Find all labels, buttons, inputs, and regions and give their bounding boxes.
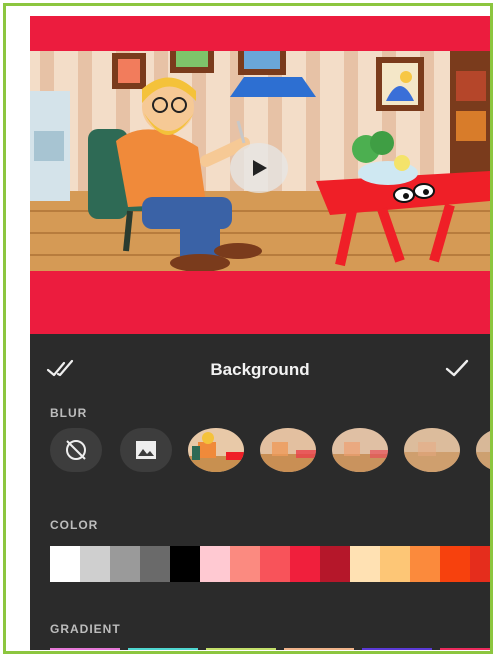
color-swatch[interactable] [260,546,290,582]
confirm-button[interactable] [444,356,470,380]
blur-thumbnail-1[interactable] [188,428,244,472]
gradient-swatch[interactable] [284,648,354,650]
gradient-swatch[interactable] [362,648,432,650]
color-swatch[interactable] [290,546,320,582]
blur-options [50,428,490,472]
video-preview[interactable] [30,51,490,271]
gradient-swatch[interactable] [50,648,120,650]
no-blur-button[interactable] [50,428,102,472]
color-swatch[interactable] [350,546,380,582]
blur-thumbnail-image [260,428,316,472]
blur-thumbnail-image [188,428,244,472]
color-swatch[interactable] [380,546,410,582]
blur-thumbnail-image [476,428,490,472]
image-background-button[interactable] [120,428,172,472]
blur-thumbnail-2[interactable] [260,428,316,472]
color-swatch[interactable] [200,546,230,582]
no-blur-icon [66,440,86,460]
image-icon [136,441,156,459]
background-panel: Background BLUR COLOR GRADIENT [30,334,490,650]
blur-section-label: BLUR [50,406,88,420]
blur-thumbnail-image [332,428,388,472]
color-swatch[interactable] [50,546,80,582]
gradient-swatch[interactable] [128,648,198,650]
color-swatch[interactable] [320,546,350,582]
color-swatch[interactable] [140,546,170,582]
color-swatch[interactable] [440,546,470,582]
color-swatch[interactable] [230,546,260,582]
panel-title: Background [210,360,310,379]
blur-thumbnail-5[interactable] [476,428,490,472]
play-button[interactable] [230,143,288,193]
gradient-swatch[interactable] [206,648,276,650]
check-icon [445,359,469,377]
color-swatches [50,546,490,582]
color-swatch[interactable] [110,546,140,582]
phone-screen: Background BLUR COLOR GRADIENT [30,16,490,650]
color-swatch[interactable] [170,546,200,582]
color-section-label: COLOR [50,518,99,532]
blur-thumbnail-4[interactable] [404,428,460,472]
color-swatch[interactable] [410,546,440,582]
gradient-swatches [50,648,490,650]
play-icon [253,160,267,176]
gradient-section-label: GRADIENT [50,622,121,636]
blur-thumbnail-3[interactable] [332,428,388,472]
color-swatch[interactable] [470,546,490,582]
gradient-swatch[interactable] [440,648,490,650]
blur-thumbnail-image [404,428,460,472]
color-swatch[interactable] [80,546,110,582]
